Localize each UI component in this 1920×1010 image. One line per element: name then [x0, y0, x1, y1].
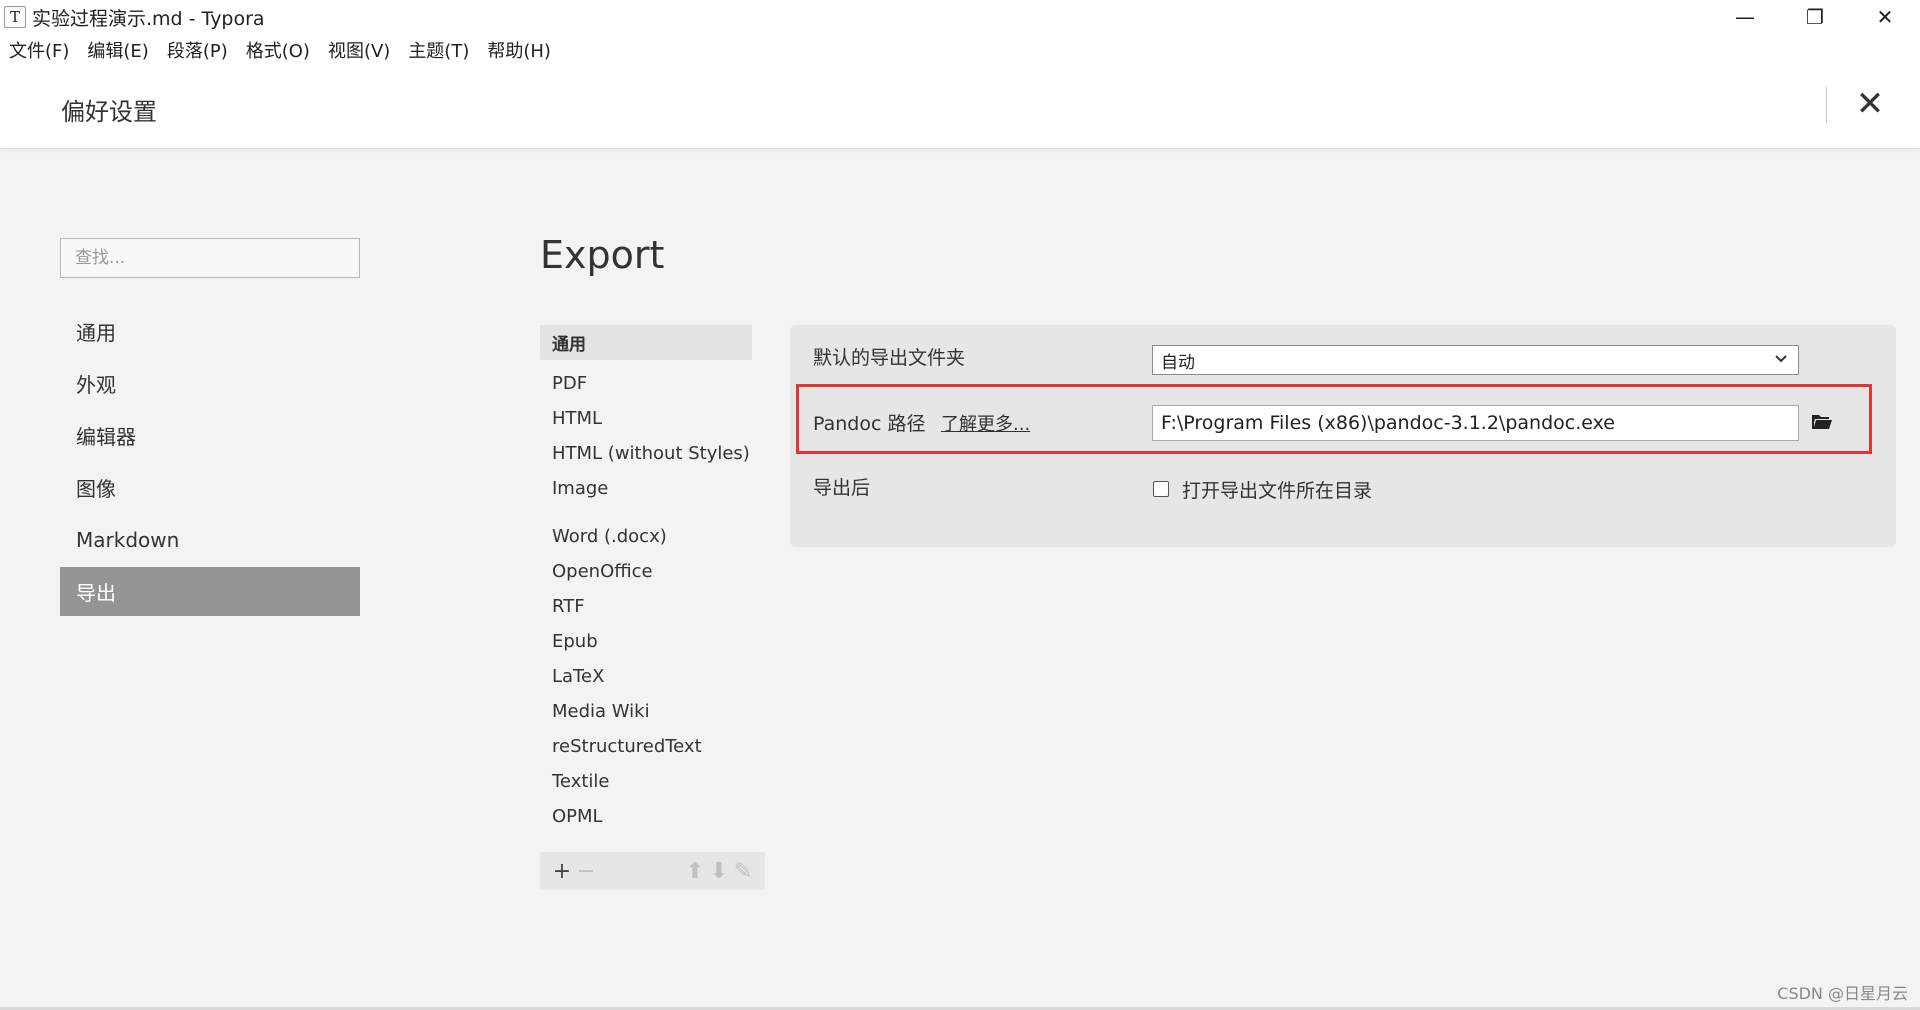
pandoc-path-label: Pandoc 路径 [813, 413, 926, 435]
section-heading: Export [540, 233, 665, 277]
menu-theme[interactable]: 主题(T) [408, 37, 469, 63]
format-item-rtf[interactable]: RTF [540, 589, 765, 624]
menu-edit[interactable]: 编辑(E) [87, 37, 148, 63]
format-list-toolbar: + − ⬆ ⬇ ✎ [540, 852, 765, 890]
close-preferences-icon[interactable]: ✕ [1852, 84, 1888, 124]
folder-icon[interactable] [1811, 413, 1833, 431]
pandoc-path-input[interactable]: F:\Program Files (x86)\pandoc-3.1.2\pand… [1152, 405, 1799, 441]
move-down-icon[interactable]: ⬇ [707, 859, 731, 884]
format-item-general[interactable]: 通用 [540, 325, 752, 360]
learn-more-link[interactable]: 了解更多... [941, 410, 1030, 436]
minimize-button[interactable]: — [1710, 0, 1780, 34]
menu-help[interactable]: 帮助(H) [487, 37, 551, 63]
default-folder-select[interactable]: 自动 [1152, 345, 1799, 375]
format-item-html-no-styles[interactable]: HTML (without Styles) [540, 436, 765, 471]
open-dir-checkbox[interactable] [1153, 481, 1169, 497]
format-item-mediawiki[interactable]: Media Wiki [540, 694, 765, 729]
window-controls: — ❐ ✕ [1710, 0, 1920, 34]
preferences-title: 偏好设置 [61, 98, 157, 126]
format-item-html[interactable]: HTML [540, 401, 765, 436]
format-item-restructuredtext[interactable]: reStructuredText [540, 729, 765, 764]
menu-view[interactable]: 视图(V) [328, 37, 390, 63]
restore-button[interactable]: ❐ [1780, 0, 1850, 34]
preferences-header: 偏好设置 ✕ [0, 66, 1920, 149]
export-settings-panel: 默认的导出文件夹 自动 Pandoc 路径 了解更多... F:\Program… [790, 325, 1896, 547]
title-bar: T 实验过程演示.md - Typora — ❐ ✕ [0, 0, 1920, 34]
sidebar-item-export[interactable]: 导出 [60, 567, 360, 616]
sidebar-item-editor[interactable]: 编辑器 [60, 411, 360, 460]
menu-bar: 文件(F) 编辑(E) 段落(P) 格式(O) 视图(V) 主题(T) 帮助(H… [0, 34, 1920, 66]
header-divider [1826, 87, 1827, 123]
move-up-icon[interactable]: ⬆ [683, 859, 707, 884]
sidebar-item-appearance[interactable]: 外观 [60, 359, 360, 408]
format-item-word[interactable]: Word (.docx) [540, 519, 765, 554]
open-dir-checkbox-label[interactable]: 打开导出文件所在目录 [1182, 476, 1372, 503]
default-folder-value: 自动 [1161, 352, 1195, 373]
sidebar-item-markdown[interactable]: Markdown [60, 515, 360, 564]
after-export-label: 导出后 [813, 477, 871, 499]
watermark: CSDN @日星月云 [1777, 984, 1908, 1003]
format-item-pdf[interactable]: PDF [540, 366, 765, 401]
menu-paragraph[interactable]: 段落(P) [167, 37, 228, 63]
default-folder-label: 默认的导出文件夹 [813, 347, 966, 369]
window-title: 实验过程演示.md - Typora [32, 7, 265, 30]
typora-app-icon: T [4, 6, 26, 28]
add-format-icon[interactable]: + [550, 859, 574, 884]
menu-format[interactable]: 格式(O) [246, 37, 310, 63]
format-item-opml[interactable]: OPML [540, 799, 765, 834]
preferences-search-input[interactable] [60, 238, 360, 278]
menu-file[interactable]: 文件(F) [9, 37, 69, 63]
sidebar-item-image[interactable]: 图像 [60, 463, 360, 512]
format-item-latex[interactable]: LaTeX [540, 659, 765, 694]
export-format-list: 通用 PDF HTML HTML (without Styles) Image … [540, 325, 765, 834]
format-item-textile[interactable]: Textile [540, 764, 765, 799]
preferences-sidebar: 通用 外观 编辑器 图像 Markdown 导出 [60, 307, 360, 619]
format-item-image[interactable]: Image [540, 471, 765, 506]
format-item-epub[interactable]: Epub [540, 624, 765, 659]
sidebar-item-general[interactable]: 通用 [60, 307, 360, 356]
chevron-down-icon [1774, 349, 1788, 373]
format-item-openoffice[interactable]: OpenOffice [540, 554, 765, 589]
remove-format-icon[interactable]: − [574, 859, 598, 884]
edit-format-icon[interactable]: ✎ [731, 859, 755, 884]
close-window-button[interactable]: ✕ [1850, 0, 1920, 34]
